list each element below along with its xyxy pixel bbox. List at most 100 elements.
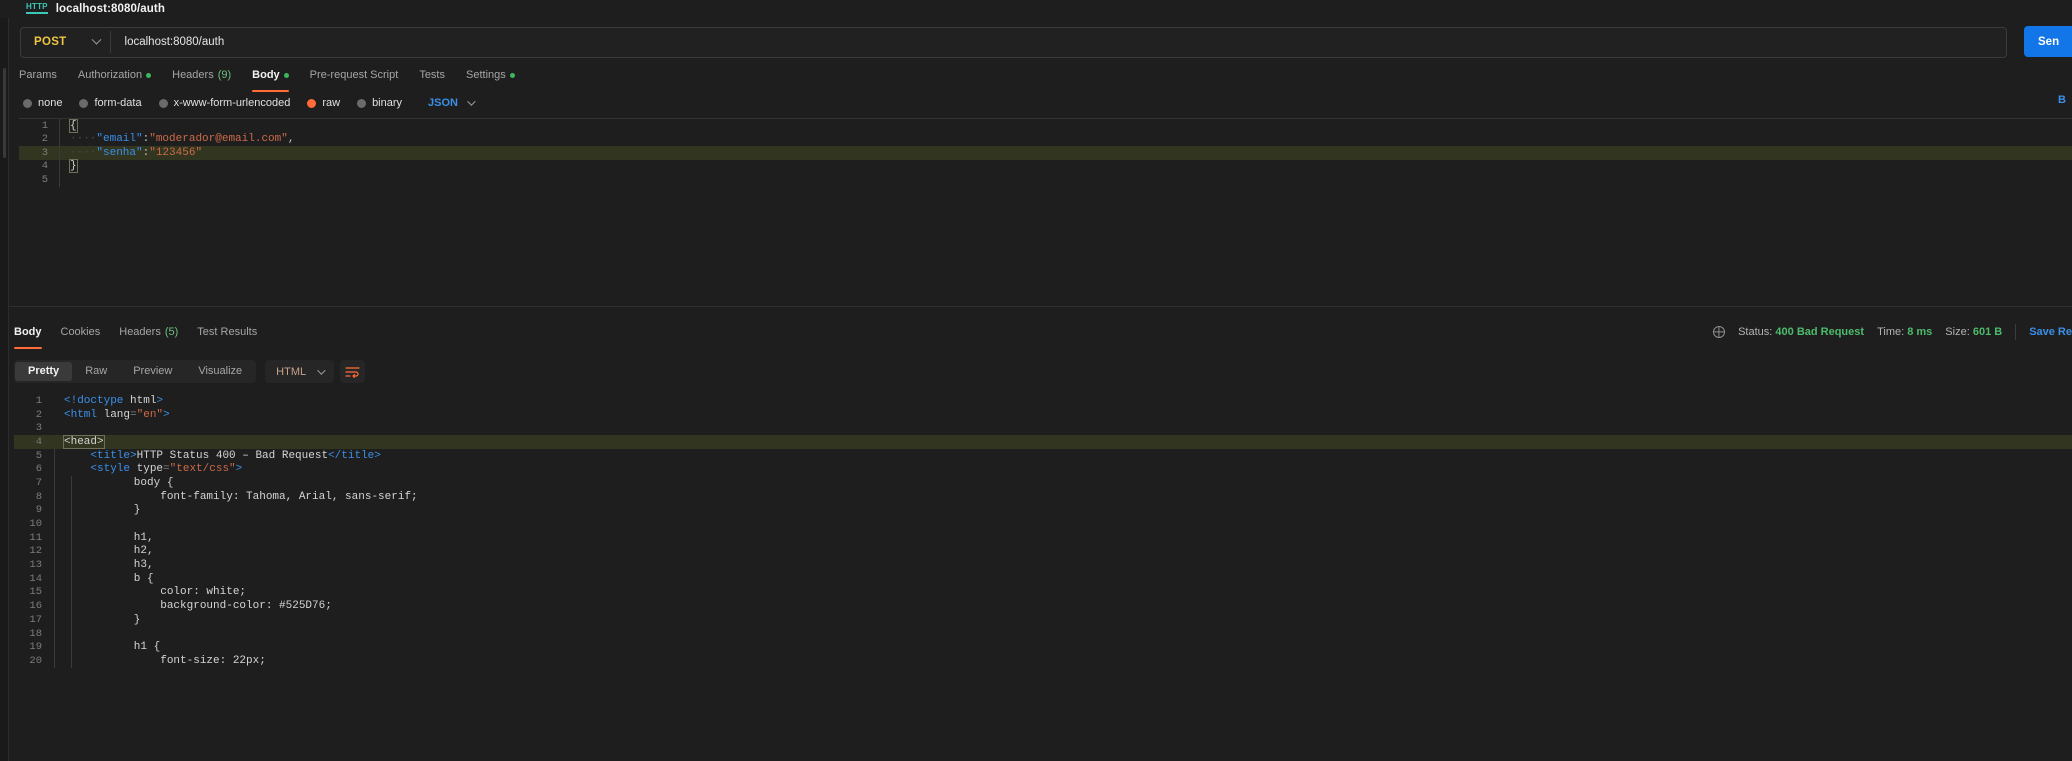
line-number: 5 (41, 173, 48, 186)
globe-icon[interactable] (1713, 326, 1726, 338)
code-line[interactable]: 13 h3, (14, 558, 2072, 572)
tab-tests[interactable]: Tests (419, 64, 445, 86)
line-number: 17 (29, 613, 42, 626)
code-line[interactable]: 1 <!doctype html> (14, 394, 2072, 408)
code-line[interactable]: 20 font-size: 22px; (14, 654, 2072, 668)
code-line[interactable]: 6 <style type="text/css"> (14, 462, 2072, 477)
code-token: > (156, 394, 164, 407)
response-format-selector[interactable]: HTML (265, 360, 335, 383)
time-value: 8 ms (1907, 326, 1933, 338)
code-line[interactable]: 4 <head> (14, 434, 2072, 449)
code-line[interactable]: 1{ (19, 118, 2072, 133)
code-text: b { (72, 573, 154, 585)
code-text: h1, (72, 532, 154, 544)
view-mode-pretty[interactable]: Pretty (15, 362, 73, 381)
save-response-button[interactable]: Save Re (2029, 326, 2072, 338)
code-line[interactable]: 9 } (14, 503, 2072, 518)
status-dot-icon (146, 72, 152, 78)
code-token: body { (81, 476, 174, 489)
line-number: 5 (35, 449, 42, 462)
rail-scrollbar[interactable] (3, 68, 6, 158)
view-mode-preview[interactable]: Preview (120, 362, 185, 381)
tab-count: (9) (217, 69, 232, 81)
code-line[interactable]: 17 } (14, 613, 2072, 627)
indent-guide (54, 626, 55, 641)
url-input[interactable] (110, 27, 2006, 57)
code-line[interactable]: 19 h1 { (14, 640, 2072, 655)
code-line[interactable]: 7 body { (14, 476, 2072, 490)
chevron-down-icon (467, 97, 476, 106)
resp-tab-headers[interactable]: Headers (5) (119, 321, 178, 343)
view-mode-raw[interactable]: Raw (72, 362, 120, 381)
response-format-label: HTML (276, 365, 307, 378)
code-line[interactable]: 3 ····"senha":"123456" (19, 146, 2072, 160)
indent-guide (54, 544, 55, 559)
request-tabs: Params Authorization Headers (9) Body Pr… (19, 64, 515, 92)
code-line[interactable]: 16 background-color: #525D76; (14, 599, 2072, 613)
code-text: } (72, 614, 141, 626)
indent-guide (71, 626, 72, 641)
code-token: h1, (81, 531, 154, 544)
method-label: POST (34, 36, 67, 48)
tab-settings[interactable]: Settings (466, 64, 515, 86)
status-row: Status: 400 Bad Request (1738, 326, 1864, 338)
tab-label: Body (14, 326, 42, 338)
code-token: h2, (81, 545, 154, 558)
code-text: body { (72, 476, 174, 489)
indent-guide (59, 173, 60, 187)
code-line[interactable]: 8 font-family: Tahoma, Arial, sans-serif… (14, 489, 2072, 504)
code-text: <head> (55, 434, 105, 449)
tab-headers[interactable]: Headers (9) (172, 64, 231, 86)
code-token: , (287, 133, 295, 146)
code-line[interactable]: 2 ····"email":"moderador@email.com", (19, 132, 2072, 146)
line-number: 12 (29, 545, 42, 558)
body-type-binary[interactable]: binary (357, 97, 402, 109)
resp-tab-cookies[interactable]: Cookies (61, 321, 101, 343)
line-number: 1 (41, 119, 48, 132)
code-line[interactable]: 18 (14, 626, 2072, 641)
tab-count: (5) (164, 326, 179, 338)
response-body-editor[interactable]: 1 <!doctype html> 2 <html lang="en"> 3 4 <head… (14, 394, 2072, 761)
code-token: color: white; (81, 586, 247, 599)
code-line[interactable]: 12 h2, (14, 544, 2072, 559)
indent-guide (54, 517, 55, 531)
body-type-none[interactable]: none (23, 97, 62, 109)
size-label: Size: (1945, 326, 1970, 338)
code-line[interactable]: 10 (14, 517, 2072, 531)
tab-authorization[interactable]: Authorization (78, 64, 152, 86)
body-type-urlencoded[interactable]: x-www-form-urlencoded (158, 97, 290, 109)
code-token: font-size: 22px; (81, 654, 266, 667)
view-mode-visualize[interactable]: Visualize (185, 362, 255, 381)
status-dot-icon (283, 72, 289, 78)
tab-params[interactable]: Params (19, 64, 57, 86)
radio-label: raw (322, 97, 341, 109)
code-line[interactable]: 5 <title>HTTP Status 400 – Bad Request</… (14, 448, 2072, 463)
line-number: 10 (29, 518, 42, 531)
code-token: ···· (70, 133, 97, 146)
code-token: = (163, 463, 170, 476)
code-line[interactable]: 3 (14, 421, 2072, 435)
tab-pre-request-script[interactable]: Pre-request Script (310, 64, 399, 86)
indent-guide (71, 517, 72, 531)
resp-tab-test-results[interactable]: Test Results (197, 321, 257, 343)
code-line[interactable]: 4} (19, 159, 2072, 174)
resp-tab-body[interactable]: Body (14, 321, 42, 349)
method-selector[interactable]: POST (21, 28, 110, 57)
body-type-raw[interactable]: raw (307, 97, 340, 109)
body-format-selector[interactable]: JSON (428, 97, 476, 109)
code-line[interactable]: 11 h1, (14, 530, 2072, 545)
body-type-form-data[interactable]: form-data (79, 97, 142, 109)
word-wrap-button[interactable] (340, 360, 366, 383)
code-token: background-color: #525D76; (81, 600, 332, 613)
tab-label: Headers (119, 326, 161, 338)
postman-window: HTTP localhost:8080/auth POST Sen Params… (0, 0, 2072, 761)
tab-body[interactable]: Body (252, 64, 289, 92)
request-body-editor[interactable]: 1{2 ····"email":"moderador@email.com", 3 ··… (19, 118, 2072, 240)
code-line[interactable]: 14 b { (14, 571, 2072, 586)
code-line[interactable]: 5 (19, 173, 2072, 187)
code-line[interactable]: 15 color: white; (14, 585, 2072, 600)
beautify-button[interactable]: B (2058, 94, 2066, 106)
code-token: </title> (328, 449, 381, 462)
code-line[interactable]: 2 <html lang="en"> (14, 408, 2072, 422)
send-button[interactable]: Sen (2024, 26, 2072, 57)
